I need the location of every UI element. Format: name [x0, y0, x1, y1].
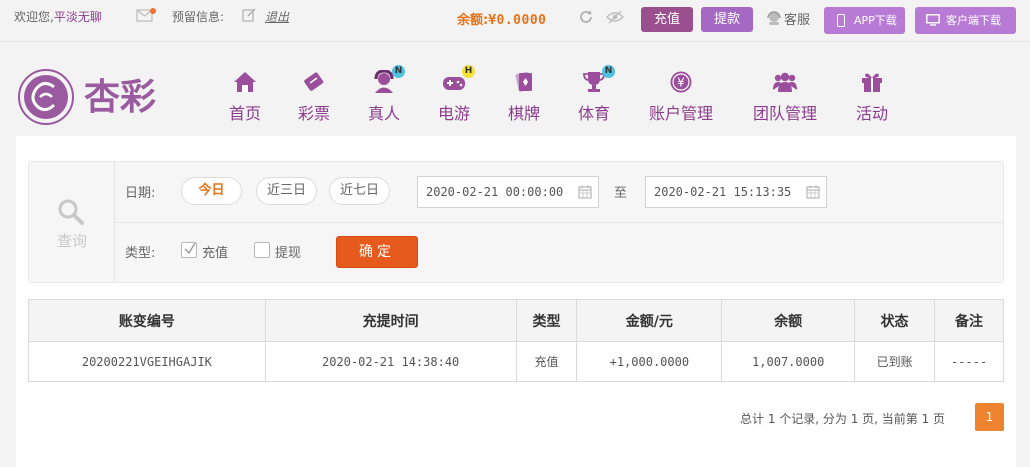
cell-balance: 1,007.0000 — [721, 341, 856, 382]
col-header-amount: 金额/元 — [576, 299, 723, 342]
cards-icon — [515, 72, 532, 92]
cell-status: 已到账 — [854, 341, 936, 382]
refresh-icon[interactable] — [578, 9, 594, 25]
withdraw-checkbox[interactable] — [254, 242, 270, 258]
hot-badge: H — [462, 65, 475, 78]
filter-panel: 查询 日期: 今日 近三日 近七日 2020-02-21 00:00:00 至 … — [28, 161, 1004, 283]
range-3days-button[interactable]: 近三日 — [256, 177, 317, 205]
date-label: 日期: — [125, 186, 156, 201]
nav-item-egame[interactable]: H 电游 — [437, 65, 475, 126]
page-button-current[interactable]: 1 — [975, 403, 1004, 431]
col-header-id: 账变编号 — [28, 299, 266, 342]
end-date-input[interactable]: 2020-02-21 15:13:35 — [645, 176, 827, 208]
withdraw-button[interactable]: 提款 — [701, 7, 753, 32]
start-date-input[interactable]: 2020-02-21 00:00:00 — [417, 176, 599, 208]
col-header-type: 类型 — [515, 299, 578, 342]
nav-item-lottery[interactable]: 彩票 — [297, 70, 331, 126]
col-header-status: 状态 — [854, 299, 936, 342]
pagination-summary: 总计 1 个记录, 分为 1 页, 当前第 1 页 — [740, 412, 946, 426]
username[interactable]: 平淡无聊 — [54, 10, 102, 24]
query-label: 查询 — [56, 232, 87, 250]
welcome-text: 欢迎您,平淡无聊 — [14, 10, 102, 24]
nav-item-live[interactable]: N 真人 — [367, 65, 405, 126]
table-row: 20200221VGEIHGAJIK 2020-02-21 14:38:40 充… — [28, 341, 1004, 382]
reserve-info-label: 预留信息: — [172, 10, 225, 24]
nav-item-activity[interactable]: 活动 — [855, 70, 889, 126]
col-header-balance: 余额 — [721, 299, 856, 342]
logo-emblem: 杏彩 — [18, 69, 156, 125]
svg-text:杏彩: 杏彩 — [84, 77, 156, 118]
edit-icon[interactable] — [242, 8, 256, 22]
yen-coin-icon: ¥ — [670, 71, 692, 93]
app-download-button[interactable]: APP下载 — [824, 7, 905, 34]
cell-remark: ----- — [934, 341, 1004, 382]
phone-icon — [837, 14, 845, 27]
to-label: 至 — [614, 186, 628, 201]
cell-type: 充值 — [515, 341, 578, 382]
nav-item-sports[interactable]: N 体育 — [577, 65, 615, 126]
cell-time: 2020-02-21 14:38:40 — [264, 341, 517, 382]
customer-service-icon[interactable] — [766, 10, 782, 26]
home-icon — [234, 72, 256, 92]
recharge-button[interactable]: 充值 — [641, 7, 693, 32]
nav-item-home[interactable]: 首页 — [228, 70, 262, 126]
monitor-icon — [926, 14, 940, 26]
customer-service-link[interactable]: 客服 — [784, 9, 810, 28]
logout-link[interactable]: 退出 — [265, 8, 289, 25]
client-download-button[interactable]: 客户端下载 — [915, 7, 1016, 34]
recharge-checkbox[interactable] — [181, 242, 197, 258]
query-column: 查询 — [29, 162, 115, 282]
divider — [115, 222, 1003, 223]
site-logo[interactable]: 杏彩 — [16, 67, 168, 127]
withdraw-checkbox-label[interactable]: 提现 — [275, 242, 301, 261]
cell-id: 20200221VGEIHGAJIK — [28, 341, 266, 382]
nav-item-team[interactable]: 团队管理 — [751, 70, 819, 126]
range-7days-button[interactable]: 近七日 — [329, 177, 390, 205]
lottery-ticket-icon — [304, 72, 324, 91]
gift-icon — [862, 73, 882, 92]
svg-text:¥: ¥ — [677, 76, 685, 90]
new-badge: N — [602, 65, 615, 78]
new-badge: N — [392, 65, 405, 78]
cell-amount: +1,000.0000 — [576, 341, 723, 382]
top-bar: 欢迎您,平淡无聊 预留信息: 退出 余额:¥0.0000 充值 提款 客服 AP… — [0, 0, 1030, 42]
nav-item-account[interactable]: ¥ 账户管理 — [647, 70, 715, 126]
col-header-remark: 备注 — [934, 299, 1004, 342]
main-panel: 查询 日期: 今日 近三日 近七日 2020-02-21 00:00:00 至 … — [16, 136, 1016, 467]
recharge-checkbox-label[interactable]: 充值 — [202, 242, 228, 261]
search-icon — [58, 199, 84, 225]
type-label: 类型: — [125, 246, 156, 261]
calendar-icon[interactable] — [578, 185, 592, 199]
balance-display: 余额:¥0.0000 — [457, 13, 547, 28]
table-header-row: 账变编号 充提时间 类型 金额/元 余额 状态 备注 — [28, 299, 1004, 342]
col-header-time: 充提时间 — [264, 299, 517, 342]
records-table: 账变编号 充提时间 类型 金额/元 余额 状态 备注 20200221VGEIH… — [28, 299, 1004, 382]
range-today-button[interactable]: 今日 — [181, 177, 242, 205]
mail-icon[interactable] — [136, 8, 156, 22]
checkmark-icon — [184, 242, 196, 255]
calendar-icon[interactable] — [806, 185, 820, 199]
confirm-button[interactable]: 确定 — [336, 236, 418, 268]
hide-balance-icon[interactable] — [606, 10, 624, 24]
nav-item-chess-cards[interactable]: 棋牌 — [507, 70, 541, 126]
team-icon — [773, 72, 797, 92]
